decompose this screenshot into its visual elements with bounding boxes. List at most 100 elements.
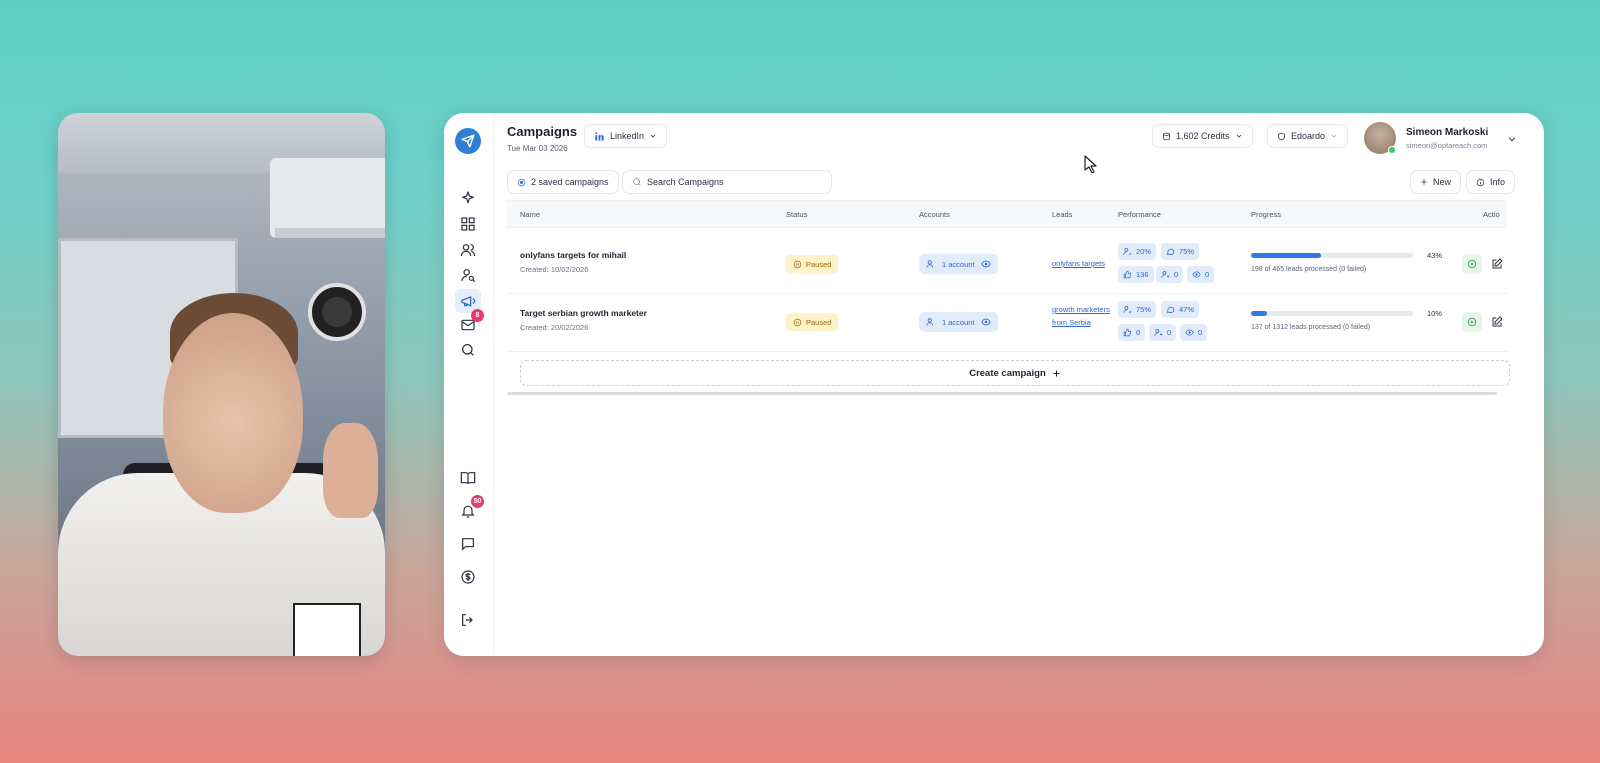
billing-icon[interactable] <box>458 567 478 587</box>
leads-link[interactable]: growth marketers from Serbia <box>1052 303 1110 329</box>
accounts-badge[interactable]: 1 account <box>919 254 998 274</box>
table-header: Name Status Accounts Leads Performance P… <box>507 200 1507 228</box>
person-hand <box>323 423 378 518</box>
perf-likes: 136 <box>1118 266 1154 283</box>
pause-circle-icon <box>793 318 802 326</box>
campaign-name[interactable]: Target serbian growth marketer <box>520 308 647 318</box>
resume-button[interactable] <box>1462 312 1482 332</box>
progress-bar-fill <box>1251 311 1268 316</box>
user-check-icon <box>1123 248 1132 256</box>
inbox-icon[interactable]: 8 <box>458 309 484 335</box>
page-date: Tue Mar 03 2026 <box>507 144 568 153</box>
eye-icon[interactable] <box>980 317 991 327</box>
accounts-badge[interactable]: 1 account <box>919 312 998 332</box>
workspace-label: Edoardo <box>1291 131 1326 141</box>
column-accounts[interactable]: Accounts <box>919 210 950 219</box>
webcam-video <box>58 113 385 656</box>
table-row[interactable]: onlyfans targets for mihail Created: 10/… <box>507 236 1507 294</box>
table-row[interactable]: Target serbian growth marketer Created: … <box>507 294 1507 352</box>
linkedin-icon <box>595 131 604 141</box>
perf-follows-value: 0 <box>1174 270 1179 279</box>
column-status[interactable]: Status <box>786 210 807 219</box>
perf-reply-rate: 75% <box>1161 243 1200 260</box>
person-face <box>163 313 303 513</box>
campaign-created: Created: 10/02/2026 <box>520 265 589 274</box>
message-icon <box>1166 306 1175 313</box>
play-circle-icon <box>1467 317 1477 327</box>
perf-views-value: 0 <box>1198 328 1203 337</box>
info-icon <box>1476 178 1485 186</box>
column-leads[interactable]: Leads <box>1052 210 1072 219</box>
leads-link[interactable]: onlyfans targets <box>1052 257 1110 270</box>
perf-likes: 0 <box>1118 324 1146 341</box>
chevron-down-icon <box>1331 134 1337 138</box>
progress-bar <box>1251 311 1413 316</box>
column-performance[interactable]: Performance <box>1118 210 1161 219</box>
users-icon[interactable] <box>458 240 478 260</box>
plus-icon <box>1421 179 1427 185</box>
app-window: 8 50 Campaigns Tue Mar 03 2026 LinkedIn <box>444 113 1544 656</box>
chat-icon[interactable] <box>458 534 478 554</box>
perf-likes-value: 136 <box>1136 270 1149 279</box>
platform-select[interactable]: LinkedIn <box>584 124 668 148</box>
message-icon <box>1166 248 1175 255</box>
user-search-icon[interactable] <box>458 265 478 285</box>
edit-button[interactable] <box>1489 256 1505 272</box>
perf-reply-rate: 47% <box>1161 301 1200 318</box>
workspace-select[interactable]: Edoardo <box>1267 124 1349 148</box>
edit-button[interactable] <box>1489 314 1505 330</box>
info-button[interactable]: Info <box>1466 170 1516 194</box>
plus-icon <box>1053 370 1060 376</box>
perf-accept-rate: 75% <box>1118 301 1157 318</box>
users-icon <box>926 260 934 268</box>
create-campaign-button[interactable]: Create campaign <box>520 360 1510 386</box>
platform-label: LinkedIn <box>610 131 645 141</box>
sparkle-icon[interactable] <box>458 188 478 208</box>
search-input[interactable]: Search Campaigns <box>622 170 832 194</box>
status-label: Paused <box>806 259 832 269</box>
eye-icon <box>1192 271 1201 278</box>
progress-bar <box>1251 253 1413 258</box>
saved-campaigns-button[interactable]: 2 saved campaigns <box>507 170 619 194</box>
perf-accept-value: 20% <box>1136 247 1152 256</box>
avatar[interactable] <box>1364 122 1396 154</box>
book-icon[interactable] <box>458 468 478 488</box>
logout-icon[interactable] <box>458 610 478 630</box>
chevron-down-icon <box>650 134 656 138</box>
bell-icon[interactable]: 50 <box>458 495 484 521</box>
perf-likes-value: 0 <box>1136 328 1141 337</box>
perf-reply-value: 47% <box>1179 305 1195 314</box>
user-plus-icon <box>1154 329 1163 336</box>
accounts-label: 1 account <box>942 317 975 327</box>
air-conditioner-vent <box>275 228 385 238</box>
logo-icon[interactable] <box>455 128 481 154</box>
campaign-name[interactable]: onlyfans targets for mihail <box>520 250 626 260</box>
main-content: Campaigns Tue Mar 03 2026 LinkedIn 1,602… <box>507 113 1544 656</box>
search-icon[interactable] <box>458 340 478 360</box>
new-campaign-button[interactable]: New <box>1410 170 1462 194</box>
pause-circle-icon <box>793 260 802 268</box>
shirt-pocket <box>293 603 361 656</box>
page-title: Campaigns <box>507 124 578 139</box>
user-menu-chevron-icon[interactable] <box>1507 131 1517 149</box>
perf-views-value: 0 <box>1205 270 1210 279</box>
new-label: New <box>1433 177 1452 187</box>
progress-percent: 10% <box>1427 309 1443 318</box>
user-name: Simeon Markoski <box>1406 127 1489 138</box>
search-icon <box>633 178 641 186</box>
messages-badge: 8 <box>471 309 484 322</box>
credits-label: 1,602 Credits <box>1176 131 1230 141</box>
eye-icon[interactable] <box>980 259 991 269</box>
progress-bar-fill <box>1251 253 1321 258</box>
horizontal-scrollbar[interactable] <box>507 392 1497 395</box>
column-progress[interactable]: Progress <box>1251 210 1281 219</box>
user-check-icon <box>1123 306 1132 314</box>
thumbs-up-icon <box>1123 328 1131 337</box>
sidebar: 8 50 <box>444 113 494 656</box>
perf-follows: 0 <box>1149 324 1177 341</box>
resume-button[interactable] <box>1462 254 1482 274</box>
campaign-created: Created: 20/02/2026 <box>520 323 589 332</box>
column-name[interactable]: Name <box>520 210 540 219</box>
credits-select[interactable]: 1,602 Credits <box>1152 124 1253 148</box>
dashboard-icon[interactable] <box>458 214 478 234</box>
